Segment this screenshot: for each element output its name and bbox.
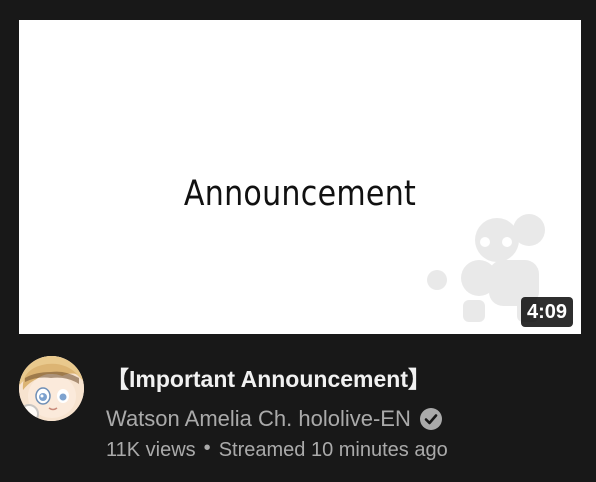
duration-badge: 4:09 (520, 297, 573, 327)
avatar-image (19, 356, 84, 421)
video-metadata: 11K views • Streamed 10 minutes ago (106, 437, 448, 462)
channel-name: Watson Amelia Ch. hololive-EN (106, 406, 411, 431)
view-count: 11K views (106, 439, 196, 461)
separator-dot: • (203, 437, 211, 459)
stream-time: Streamed 10 minutes ago (218, 439, 448, 461)
thumbnail-text: Announcement (183, 174, 417, 214)
video-card: Announcement 4:09 【Important Announcemen… (0, 0, 596, 482)
channel-avatar[interactable] (19, 356, 84, 421)
channel-name-link[interactable]: Watson Amelia Ch. hololive-EN (106, 406, 443, 432)
video-title[interactable]: 【Important Announcement】 (106, 360, 431, 394)
verified-check-icon (419, 408, 442, 430)
video-thumbnail[interactable]: Announcement 4:09 (19, 20, 581, 334)
